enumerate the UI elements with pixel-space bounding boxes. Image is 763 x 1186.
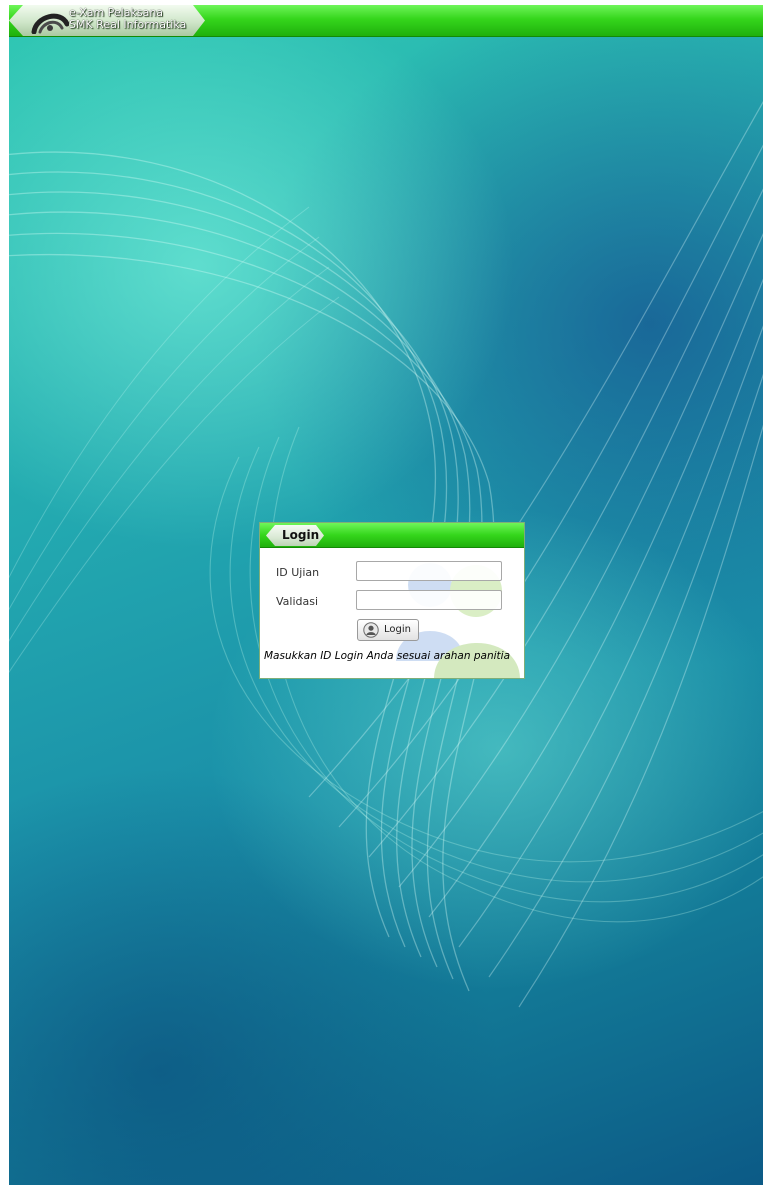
login-instruction: Masukkan ID Login Anda sesuai arahan pan… bbox=[264, 650, 511, 662]
validasi-input[interactable] bbox=[356, 590, 502, 610]
validasi-label: Validasi bbox=[276, 595, 319, 608]
id-ujian-input[interactable] bbox=[356, 561, 502, 581]
tab-login: Login bbox=[266, 525, 324, 546]
id-ujian-label: ID Ujian bbox=[276, 566, 320, 579]
brand-subtitle: SMK Real Informatika bbox=[69, 18, 187, 31]
login-panel: Login ID Ujian Validasi Login Masukkan I… bbox=[259, 522, 525, 679]
brand-tab: e-Xam Pelaksana SMK Real Informatika bbox=[9, 5, 205, 36]
user-icon bbox=[363, 622, 379, 638]
page: e-Xam Pelaksana SMK Real Informatika Log… bbox=[0, 0, 763, 1186]
top-bar: e-Xam Pelaksana SMK Real Informatika bbox=[9, 5, 763, 37]
login-button[interactable]: Login bbox=[357, 619, 419, 641]
login-button-label: Login bbox=[384, 624, 411, 635]
exam-logo-icon bbox=[31, 13, 69, 34]
login-tab-label: Login bbox=[282, 528, 320, 542]
login-header: Login bbox=[260, 523, 524, 548]
